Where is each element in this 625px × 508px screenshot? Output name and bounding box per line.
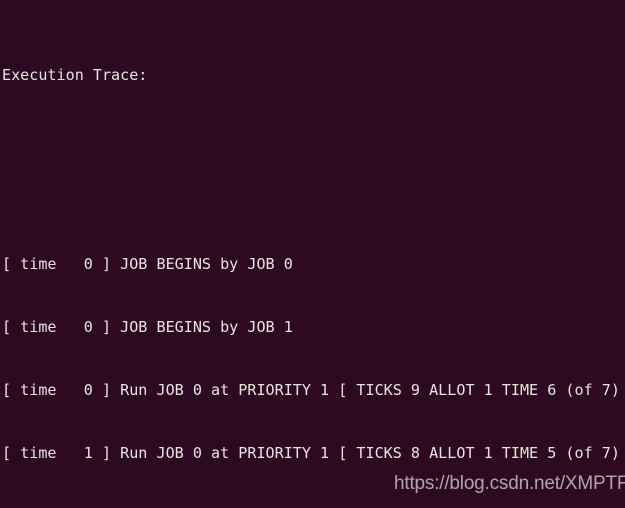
trace-line: [ time 0 ] Run JOB 0 at PRIORITY 1 [ TIC… bbox=[2, 381, 625, 399]
trace-line: [ time 0 ] JOB BEGINS by JOB 1 bbox=[2, 318, 293, 336]
trace-header: Execution Trace: bbox=[2, 66, 148, 84]
terminal-window[interactable]: Execution Trace: [ time 0 ] JOB BEGINS b… bbox=[0, 0, 625, 508]
trace-lines-group: [ time 0 ] JOB BEGINS by JOB 0 [ time 0 … bbox=[2, 212, 625, 508]
console-output: Execution Trace: [ time 0 ] JOB BEGINS b… bbox=[2, 2, 625, 508]
trace-line: [ time 1 ] Run JOB 0 at PRIORITY 1 [ TIC… bbox=[2, 444, 625, 462]
trace-line: [ time 0 ] JOB BEGINS by JOB 0 bbox=[2, 255, 293, 273]
